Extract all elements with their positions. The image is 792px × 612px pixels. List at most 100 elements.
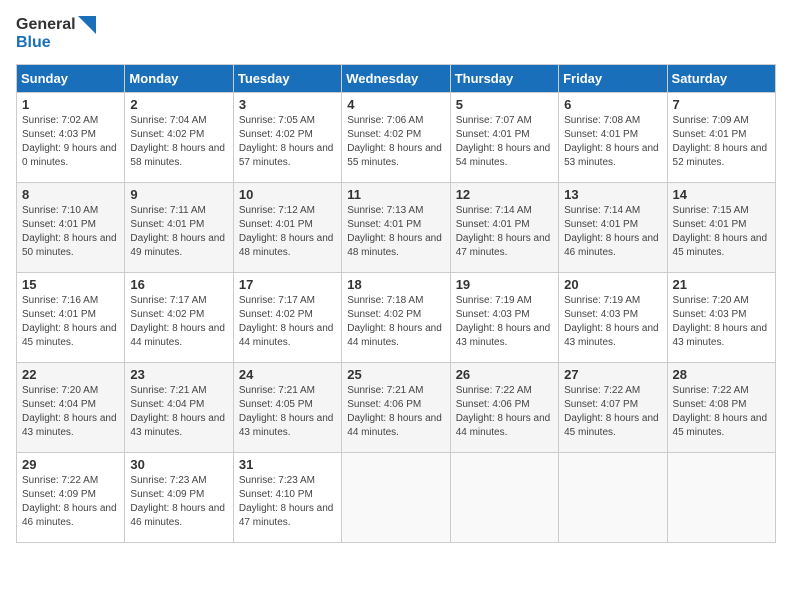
day-info: Sunrise: 7:14 AMSunset: 4:01 PMDaylight:…: [564, 204, 661, 260]
day-info: Sunrise: 7:22 AMSunset: 4:08 PMDaylight:…: [673, 384, 770, 440]
calendar-day-cell: [559, 452, 667, 542]
calendar-day-cell: 3 Sunrise: 7:05 AMSunset: 4:02 PMDaylight…: [233, 92, 341, 182]
calendar-day-cell: [342, 452, 450, 542]
day-info: Sunrise: 7:16 AMSunset: 4:01 PMDaylight:…: [22, 294, 119, 350]
logo-container: General Blue: [16, 16, 96, 52]
calendar-day-cell: 5 Sunrise: 7:07 AMSunset: 4:01 PMDaylight…: [450, 92, 558, 182]
logo-text-blue: Blue: [16, 34, 96, 52]
calendar-day-cell: 4 Sunrise: 7:06 AMSunset: 4:02 PMDaylight…: [342, 92, 450, 182]
day-number: 22: [22, 367, 119, 382]
calendar-table: SundayMondayTuesdayWednesdayThursdayFrid…: [16, 64, 776, 543]
calendar-day-cell: 26Sunrise: 7:22 AMSunset: 4:06 PMDayligh…: [450, 362, 558, 452]
weekday-header-tuesday: Tuesday: [233, 64, 341, 92]
day-info: Sunrise: 7:10 AMSunset: 4:01 PMDaylight:…: [22, 204, 119, 260]
day-number: 18: [347, 277, 444, 292]
day-number: 1: [22, 97, 119, 112]
day-info: Sunrise: 7:19 AMSunset: 4:03 PMDaylight:…: [456, 294, 553, 350]
day-info: Sunrise: 7:11 AMSunset: 4:01 PMDaylight:…: [130, 204, 227, 260]
day-number: 6: [564, 97, 661, 112]
logo-arrow-icon: [78, 16, 96, 34]
calendar-week-row: 22 Sunrise: 7:20 AMSunset: 4:04 PMDayligh…: [17, 362, 776, 452]
calendar-week-row: 1Sunrise: 7:02 AMSunset: 4:03 PMDaylight…: [17, 92, 776, 182]
day-number: 15: [22, 277, 119, 292]
day-info: Sunrise: 7:17 AMSunset: 4:02 PMDaylight:…: [130, 294, 227, 350]
day-number: 3: [239, 97, 336, 112]
logo: General Blue: [16, 16, 96, 52]
day-number: 28: [673, 367, 770, 382]
logo-text-general: General: [16, 16, 76, 34]
day-info: Sunrise: 7:18 AMSunset: 4:02 PMDaylight:…: [347, 294, 444, 350]
day-number: 19: [456, 277, 553, 292]
day-info: Sunrise: 7:17 AMSunset: 4:02 PMDaylight:…: [239, 294, 336, 350]
day-number: 29: [22, 457, 119, 472]
weekday-header-monday: Monday: [125, 64, 233, 92]
calendar-day-cell: 27 Sunrise: 7:22 AMSunset: 4:07 PMDayligh…: [559, 362, 667, 452]
day-info: Sunrise: 7:20 AMSunset: 4:04 PMDaylight:…: [22, 384, 119, 440]
day-number: 5: [456, 97, 553, 112]
calendar-day-cell: [450, 452, 558, 542]
calendar-day-cell: 11Sunrise: 7:13 AMSunset: 4:01 PMDayligh…: [342, 182, 450, 272]
calendar-week-row: 15 Sunrise: 7:16 AMSunset: 4:01 PMDayligh…: [17, 272, 776, 362]
weekday-header-thursday: Thursday: [450, 64, 558, 92]
day-info: Sunrise: 7:22 AMSunset: 4:07 PMDaylight:…: [564, 384, 661, 440]
calendar-day-cell: 16 Sunrise: 7:17 AMSunset: 4:02 PMDayligh…: [125, 272, 233, 362]
day-info: Sunrise: 7:21 AMSunset: 4:06 PMDaylight:…: [347, 384, 444, 440]
day-number: 23: [130, 367, 227, 382]
calendar-week-row: 8Sunrise: 7:10 AMSunset: 4:01 PMDaylight…: [17, 182, 776, 272]
day-info: Sunrise: 7:05 AMSunset: 4:02 PMDaylight:…: [239, 114, 336, 170]
day-info: Sunrise: 7:08 AMSunset: 4:01 PMDaylight:…: [564, 114, 661, 170]
day-number: 14: [673, 187, 770, 202]
day-number: 27: [564, 367, 661, 382]
day-number: 7: [673, 97, 770, 112]
calendar-day-cell: [667, 452, 775, 542]
calendar-day-cell: 13Sunrise: 7:14 AMSunset: 4:01 PMDayligh…: [559, 182, 667, 272]
calendar-day-cell: 22 Sunrise: 7:20 AMSunset: 4:04 PMDayligh…: [17, 362, 125, 452]
day-number: 20: [564, 277, 661, 292]
day-number: 4: [347, 97, 444, 112]
calendar-day-cell: 10 Sunrise: 7:12 AMSunset: 4:01 PMDayligh…: [233, 182, 341, 272]
calendar-day-cell: 21Sunrise: 7:20 AMSunset: 4:03 PMDayligh…: [667, 272, 775, 362]
day-info: Sunrise: 7:19 AMSunset: 4:03 PMDaylight:…: [564, 294, 661, 350]
calendar-day-cell: 6 Sunrise: 7:08 AMSunset: 4:01 PMDaylight…: [559, 92, 667, 182]
calendar-day-cell: 19 Sunrise: 7:19 AMSunset: 4:03 PMDayligh…: [450, 272, 558, 362]
weekday-header-row: SundayMondayTuesdayWednesdayThursdayFrid…: [17, 64, 776, 92]
day-number: 12: [456, 187, 553, 202]
calendar-day-cell: 15 Sunrise: 7:16 AMSunset: 4:01 PMDayligh…: [17, 272, 125, 362]
day-number: 10: [239, 187, 336, 202]
calendar-day-cell: 31Sunrise: 7:23 AMSunset: 4:10 PMDayligh…: [233, 452, 341, 542]
day-number: 16: [130, 277, 227, 292]
day-info: Sunrise: 7:21 AMSunset: 4:04 PMDaylight:…: [130, 384, 227, 440]
day-number: 9: [130, 187, 227, 202]
day-number: 2: [130, 97, 227, 112]
calendar-day-cell: 23 Sunrise: 7:21 AMSunset: 4:04 PMDayligh…: [125, 362, 233, 452]
weekday-header-saturday: Saturday: [667, 64, 775, 92]
day-info: Sunrise: 7:07 AMSunset: 4:01 PMDaylight:…: [456, 114, 553, 170]
day-info: Sunrise: 7:09 AMSunset: 4:01 PMDaylight:…: [673, 114, 770, 170]
calendar-day-cell: 25 Sunrise: 7:21 AMSunset: 4:06 PMDayligh…: [342, 362, 450, 452]
day-info: Sunrise: 7:22 AMSunset: 4:09 PMDaylight:…: [22, 474, 119, 530]
day-number: 25: [347, 367, 444, 382]
calendar-day-cell: 29 Sunrise: 7:22 AMSunset: 4:09 PMDayligh…: [17, 452, 125, 542]
calendar-day-cell: 30Sunrise: 7:23 AMSunset: 4:09 PMDayligh…: [125, 452, 233, 542]
calendar-day-cell: 9 Sunrise: 7:11 AMSunset: 4:01 PMDaylight…: [125, 182, 233, 272]
day-number: 30: [130, 457, 227, 472]
day-number: 17: [239, 277, 336, 292]
calendar-day-cell: 12 Sunrise: 7:14 AMSunset: 4:01 PMDayligh…: [450, 182, 558, 272]
day-info: Sunrise: 7:14 AMSunset: 4:01 PMDaylight:…: [456, 204, 553, 260]
calendar-day-cell: 8Sunrise: 7:10 AMSunset: 4:01 PMDaylight…: [17, 182, 125, 272]
day-info: Sunrise: 7:06 AMSunset: 4:02 PMDaylight:…: [347, 114, 444, 170]
day-info: Sunrise: 7:12 AMSunset: 4:01 PMDaylight:…: [239, 204, 336, 260]
day-info: Sunrise: 7:21 AMSunset: 4:05 PMDaylight:…: [239, 384, 336, 440]
calendar-day-cell: 18 Sunrise: 7:18 AMSunset: 4:02 PMDayligh…: [342, 272, 450, 362]
day-info: Sunrise: 7:22 AMSunset: 4:06 PMDaylight:…: [456, 384, 553, 440]
day-info: Sunrise: 7:20 AMSunset: 4:03 PMDaylight:…: [673, 294, 770, 350]
calendar-week-row: 29 Sunrise: 7:22 AMSunset: 4:09 PMDayligh…: [17, 452, 776, 542]
calendar-day-cell: 14 Sunrise: 7:15 AMSunset: 4:01 PMDayligh…: [667, 182, 775, 272]
calendar-day-cell: 28 Sunrise: 7:22 AMSunset: 4:08 PMDayligh…: [667, 362, 775, 452]
day-number: 24: [239, 367, 336, 382]
weekday-header-sunday: Sunday: [17, 64, 125, 92]
day-info: Sunrise: 7:15 AMSunset: 4:01 PMDaylight:…: [673, 204, 770, 260]
weekday-header-friday: Friday: [559, 64, 667, 92]
day-info: Sunrise: 7:04 AMSunset: 4:02 PMDaylight:…: [130, 114, 227, 170]
weekday-header-wednesday: Wednesday: [342, 64, 450, 92]
